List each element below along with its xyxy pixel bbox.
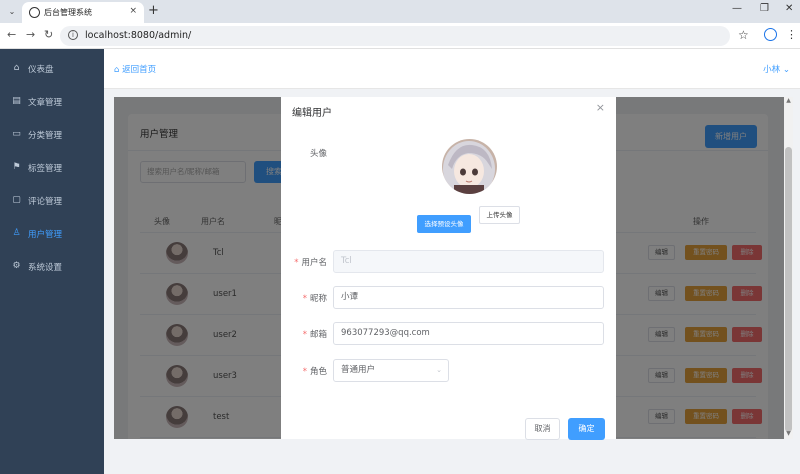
- role-select[interactable]: 普通用户 ⌄: [333, 359, 449, 382]
- sidebar-item-6[interactable]: ⚙ 系统设置: [0, 251, 104, 283]
- sidebar-item-4[interactable]: ▢ 评论管理: [0, 185, 104, 217]
- sidebar-item-label: 用户管理: [28, 230, 63, 240]
- cancel-button[interactable]: 取消: [525, 418, 560, 440]
- avatar-label: 头像: [309, 149, 327, 159]
- window-close-icon[interactable]: ✕: [785, 3, 793, 14]
- browser-tab[interactable]: 后台管理系统 ×: [22, 2, 144, 23]
- address-bar-row: ← → ↻ i localhost:8080/admin/ ☆ ⋮: [0, 23, 800, 49]
- avatar: [442, 139, 497, 194]
- home-icon: ⌂: [13, 63, 20, 73]
- url-text: localhost:8080/admin/: [85, 30, 192, 41]
- sidebar-item-label: 文章管理: [28, 98, 63, 108]
- chevron-down-icon: ⌄: [782, 65, 790, 75]
- user-name: 小林: [763, 65, 781, 75]
- sidebar-item-3[interactable]: ⚑ 标签管理: [0, 152, 104, 184]
- scrollbar[interactable]: ▲ ▼: [784, 97, 793, 439]
- username-label: * 用户名: [294, 258, 327, 268]
- info-icon[interactable]: i: [68, 30, 78, 40]
- edit-user-dialog: 编辑用户 × 头像 选择预设头像 上传头像 * 用户名 Tcl * 昵称 小谭 * 邮…: [281, 97, 616, 440]
- profile-icon[interactable]: [764, 28, 777, 41]
- tab-title: 后台管理系统: [44, 8, 92, 17]
- header: ⌂ 返回首页 小林 ⌄: [104, 49, 800, 89]
- chevron-down-icon: ⌄: [436, 366, 442, 374]
- home-link-label: 返回首页: [122, 65, 157, 75]
- user-icon: ♙: [12, 228, 21, 238]
- bookmark-icon: ⚑: [12, 162, 21, 172]
- username-input[interactable]: Tcl: [333, 250, 604, 273]
- upload-avatar-button[interactable]: 上传头像: [479, 206, 520, 224]
- folder-icon: ▭: [12, 129, 21, 139]
- sidebar-item-1[interactable]: ▤ 文章管理: [0, 86, 104, 118]
- scroll-thumb[interactable]: [785, 147, 792, 432]
- confirm-button[interactable]: 确定: [568, 418, 605, 440]
- nickname-label: * 昵称: [302, 294, 327, 304]
- dialog-title: 编辑用户: [292, 108, 332, 119]
- document-icon: ▤: [12, 96, 21, 106]
- email-label: * 邮箱: [302, 330, 327, 340]
- comment-icon: ▢: [12, 195, 21, 205]
- home-icon: ⌂: [114, 65, 120, 75]
- home-link[interactable]: ⌂ 返回首页: [114, 63, 156, 75]
- sidebar-item-label: 评论管理: [28, 197, 63, 207]
- reload-icon[interactable]: ↻: [44, 28, 53, 41]
- new-tab-icon[interactable]: +: [148, 3, 159, 18]
- role-label: * 角色: [302, 367, 327, 377]
- sidebar-item-label: 标签管理: [28, 164, 63, 174]
- forward-icon[interactable]: →: [26, 28, 35, 41]
- sidebar-item-label: 系统设置: [28, 263, 63, 273]
- back-icon[interactable]: ←: [7, 28, 16, 41]
- kebab-menu-icon[interactable]: ⋮: [786, 28, 797, 41]
- star-icon[interactable]: ☆: [738, 28, 749, 42]
- browser-tab-strip: ⌄ 后台管理系统 × + — ❐ ✕: [0, 0, 800, 23]
- user-menu[interactable]: 小林 ⌄: [763, 63, 790, 75]
- scroll-down-icon[interactable]: ▼: [784, 430, 793, 439]
- tab-search-icon[interactable]: ⌄: [4, 4, 20, 19]
- sidebar-item-0[interactable]: ⌂ 仪表盘: [0, 53, 104, 85]
- restore-icon[interactable]: ❐: [760, 3, 769, 14]
- close-icon[interactable]: ×: [596, 101, 605, 114]
- sidebar: ⌂ 仪表盘 ▤ 文章管理 ▭ 分类管理 ⚑ 标签管理 ▢ 评论管理 ♙ 用户管理 ⚙ 系统设置: [0, 49, 104, 474]
- tab-close-icon[interactable]: ×: [129, 6, 137, 16]
- sidebar-item-5[interactable]: ♙ 用户管理: [0, 218, 104, 250]
- sidebar-item-label: 仪表盘: [28, 65, 54, 75]
- role-select-value: 普通用户: [341, 365, 376, 375]
- scroll-up-icon[interactable]: ▲: [784, 97, 793, 106]
- url-input[interactable]: i localhost:8080/admin/: [60, 26, 730, 46]
- minimize-icon[interactable]: —: [732, 3, 742, 14]
- nickname-input[interactable]: 小谭: [333, 286, 604, 309]
- choose-preset-avatar-button[interactable]: 选择预设头像: [417, 215, 471, 233]
- sidebar-item-label: 分类管理: [28, 131, 63, 141]
- email-input[interactable]: 963077293@qq.com: [333, 322, 604, 345]
- globe-icon: [29, 7, 40, 18]
- gear-icon: ⚙: [12, 261, 21, 271]
- sidebar-item-2[interactable]: ▭ 分类管理: [0, 119, 104, 151]
